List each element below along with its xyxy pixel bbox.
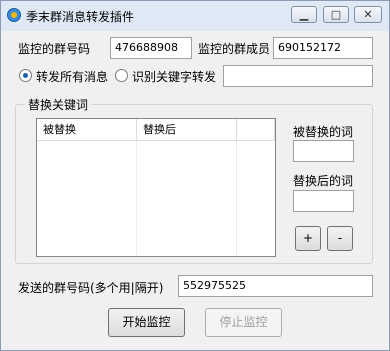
window-title: 季末群消息转发插件 (26, 10, 135, 24)
forward-all-label[interactable]: 转发所有消息 (36, 68, 108, 85)
forward-all-radio[interactable] (19, 69, 32, 82)
title-bar: 季末群消息转发插件 ▁ □ ✕ (1, 1, 389, 31)
keyword-forward-radio[interactable] (115, 69, 128, 82)
maximize-button[interactable]: □ (323, 6, 349, 23)
column-header-replaced[interactable]: 被替换 (37, 119, 137, 141)
replacement-word-input[interactable] (293, 190, 354, 212)
minimize-button[interactable]: ▁ (291, 6, 317, 23)
close-button[interactable]: ✕ (354, 6, 382, 23)
monitor-member-input[interactable]: 690152172 (273, 37, 373, 59)
replacement-word-label: 替换后的词 (293, 174, 354, 188)
app-icon (7, 8, 21, 22)
column-header-filler (237, 119, 275, 141)
column-divider (236, 141, 237, 256)
replaced-word-label: 被替换的词 (293, 125, 354, 139)
replace-table[interactable]: 被替换 替换后 (36, 118, 276, 257)
monitor-group-label: 监控的群号码 (18, 42, 91, 56)
add-keyword-button[interactable]: + (295, 226, 321, 251)
start-monitor-button[interactable]: 开始监控 (108, 308, 185, 337)
keyword-input[interactable] (223, 65, 373, 87)
stop-monitor-button[interactable]: 停止监控 (205, 308, 282, 337)
monitor-member-label: 监控的群成员 (198, 42, 271, 56)
column-divider (136, 141, 137, 256)
column-header-after[interactable]: 替换后 (137, 119, 237, 141)
send-group-label: 发送的群号码(多个用|隔开) (18, 281, 164, 295)
replace-keywords-title: 替换关键词 (25, 96, 92, 113)
monitor-group-input[interactable]: 476688908 (110, 37, 192, 59)
send-group-input[interactable]: 552975525 (178, 275, 373, 297)
remove-keyword-button[interactable]: - (327, 226, 353, 251)
keyword-forward-label[interactable]: 识别关键字转发 (132, 68, 216, 85)
plugin-window: 季末群消息转发插件 ▁ □ ✕ 监控的群号码 476688908 监控的群成员 … (0, 0, 390, 351)
replaced-word-input[interactable] (293, 140, 354, 162)
